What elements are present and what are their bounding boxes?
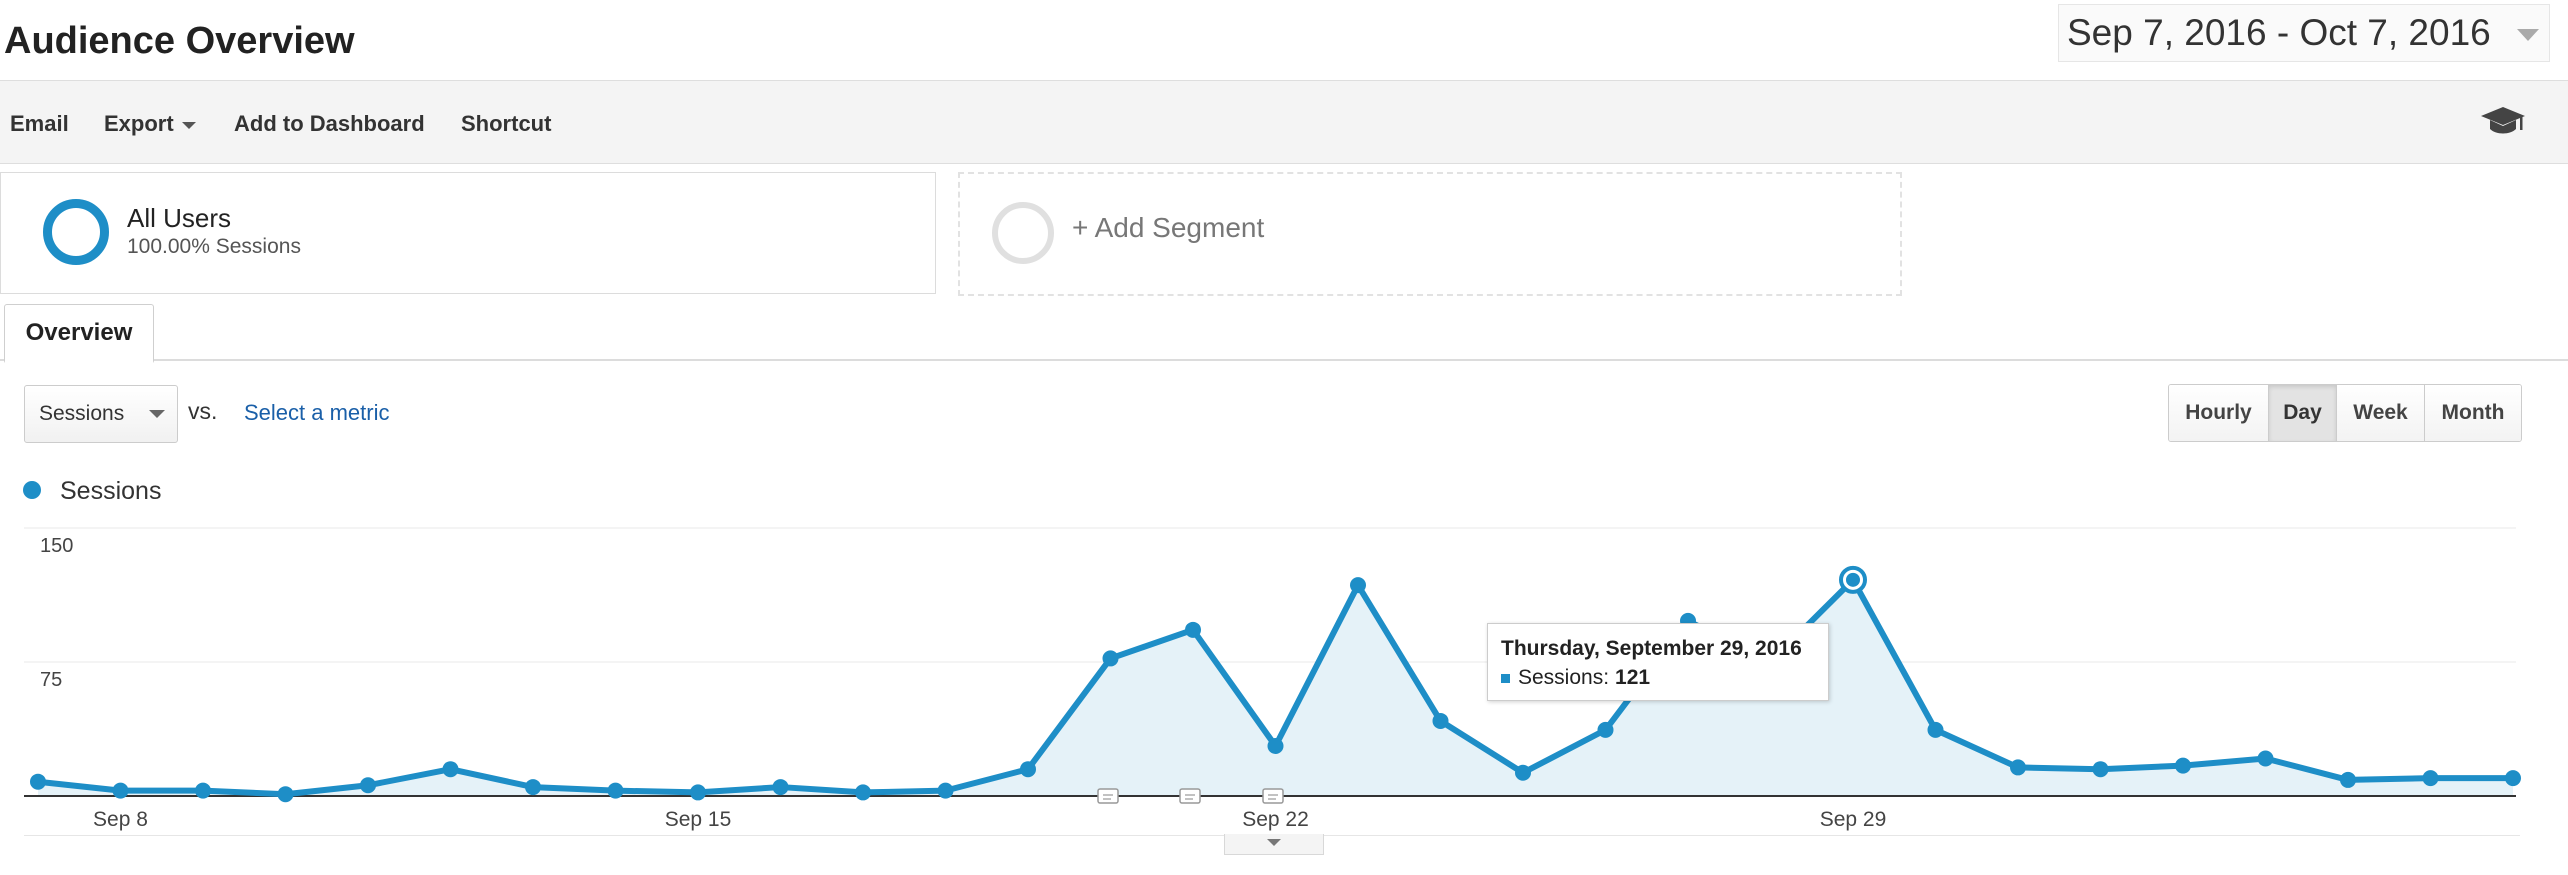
chevron-down-icon (2517, 29, 2539, 41)
chart-collapse-handle[interactable] (1224, 834, 1324, 855)
shortcut-button[interactable]: Shortcut (461, 111, 551, 137)
data-point (2340, 771, 2356, 788)
select-metric-link[interactable]: Select a metric (244, 400, 390, 426)
legend-dot (23, 481, 41, 499)
sessions-line-chart: 150 75 Sep 8 Sep 15 Sep 22 Sep 29 (24, 527, 2521, 831)
data-point (2257, 750, 2274, 767)
data-point (2175, 757, 2191, 774)
data-point (937, 782, 954, 799)
metric-dropdown[interactable]: Sessions (24, 385, 178, 443)
graduation-cap-icon[interactable] (2480, 105, 2526, 139)
data-point (2010, 759, 2026, 776)
segment-donut-icon (43, 199, 109, 265)
x-tick-label: Sep 22 (1242, 808, 1309, 831)
x-tick-label: Sep 8 (93, 808, 148, 831)
granularity-toggle: Hourly Day Week Month (2168, 384, 2522, 442)
data-point (690, 784, 706, 801)
data-point (2092, 761, 2109, 778)
email-button[interactable]: Email (10, 111, 69, 137)
export-label: Export (104, 111, 174, 136)
add-to-dashboard-button[interactable]: Add to Dashboard (234, 111, 425, 137)
data-point (772, 779, 789, 796)
chart-tooltip: Thursday, September 29, 2016 Sessions: 1… (1487, 623, 1829, 701)
data-point (360, 777, 376, 794)
metric-dropdown-label: Sessions (39, 402, 125, 425)
data-point (1432, 712, 1449, 729)
data-point (277, 786, 294, 803)
granularity-week-button[interactable]: Week (2337, 385, 2425, 441)
tooltip-date: Thursday, September 29, 2016 (1501, 637, 1802, 660)
date-range-picker[interactable]: Sep 7, 2016 - Oct 7, 2016 (2058, 4, 2550, 62)
data-point (2422, 770, 2439, 787)
vs-label: vs. (188, 398, 218, 424)
tooltip-label: Sessions: (1518, 666, 1610, 689)
segment-name: All Users (127, 203, 232, 233)
data-point (525, 779, 541, 796)
data-point-highlighted-core (1846, 572, 1860, 587)
data-point (1927, 721, 1944, 738)
data-point (1350, 577, 1366, 594)
tooltip-row: Sessions: 121 (1501, 666, 1650, 690)
granularity-day-button[interactable]: Day (2269, 385, 2337, 441)
add-segment-label: + Add Segment (1072, 212, 1265, 243)
add-segment-button[interactable]: + Add Segment (958, 172, 1902, 296)
tooltip-swatch (1501, 673, 1510, 683)
annotation-marker-icon (1179, 788, 1201, 804)
tooltip-value: 121 (1615, 666, 1651, 689)
caret-down-icon (1267, 839, 1281, 846)
y-tick-label: 150 (40, 535, 73, 557)
annotation-marker-icon (1262, 788, 1284, 804)
granularity-hourly-button[interactable]: Hourly (2169, 385, 2269, 441)
tab-bar-divider (0, 359, 2568, 361)
data-point (30, 773, 46, 790)
annotation-marker-icon (1097, 788, 1119, 804)
caret-down-icon (149, 410, 165, 418)
data-point (855, 784, 871, 801)
legend-label: Sessions (60, 477, 162, 505)
granularity-month-button[interactable]: Month (2425, 385, 2521, 441)
sessions-area (38, 579, 2513, 796)
data-point (1267, 737, 1284, 754)
data-point (195, 782, 211, 799)
data-point (2505, 770, 2521, 787)
data-point (442, 761, 459, 778)
data-point (607, 782, 624, 799)
data-point (1597, 721, 1614, 738)
y-tick-label: 75 (40, 669, 62, 691)
data-point (112, 782, 129, 799)
x-tick-label: Sep 15 (665, 808, 732, 831)
x-tick-label: Sep 29 (1820, 808, 1887, 831)
data-point (1515, 764, 1531, 781)
empty-segment-ring-icon (992, 202, 1054, 264)
caret-down-icon (181, 121, 196, 129)
toolbar: Email Export Add to Dashboard Shortcut (0, 80, 2568, 164)
tab-overview[interactable]: Overview (4, 304, 154, 363)
data-point (1185, 621, 1201, 638)
segment-all-users[interactable]: All Users 100.00% Sessions (0, 172, 936, 294)
data-point (1102, 650, 1119, 667)
segment-detail: 100.00% Sessions (127, 235, 301, 258)
date-range-text: Sep 7, 2016 - Oct 7, 2016 (2067, 12, 2491, 53)
data-point (1020, 761, 1036, 778)
page-title: Audience Overview (4, 20, 355, 62)
export-button[interactable]: Export (104, 111, 196, 137)
